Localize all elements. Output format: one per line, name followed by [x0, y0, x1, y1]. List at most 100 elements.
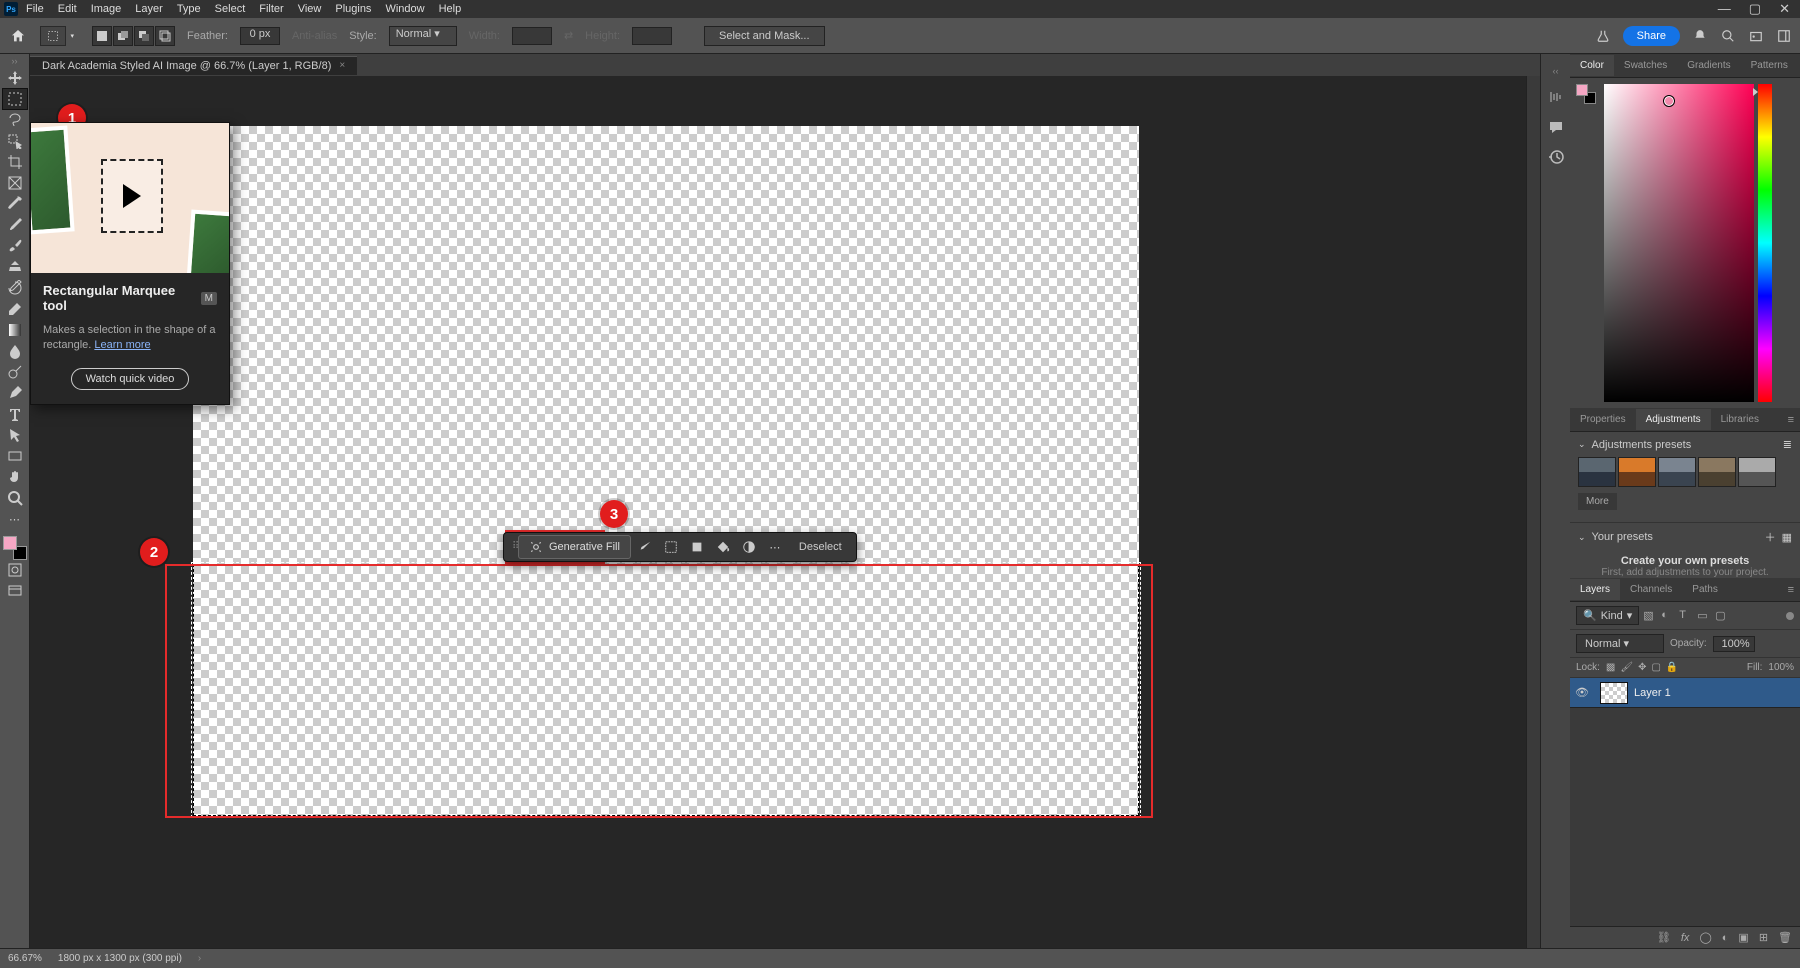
crop-tool[interactable] — [3, 152, 27, 172]
visibility-icon[interactable]: 👁 — [1570, 686, 1594, 699]
list-view-icon[interactable]: ≣ — [1783, 438, 1792, 451]
selection-new-icon[interactable] — [92, 26, 112, 46]
layer-row[interactable]: 👁 Layer 1 — [1570, 678, 1800, 708]
layer-style-icon[interactable]: fx — [1681, 932, 1690, 944]
lock-pixels-icon[interactable]: 🖌 — [1620, 662, 1633, 673]
preset-thumb[interactable] — [1698, 457, 1736, 487]
tab-color[interactable]: Color — [1570, 55, 1614, 76]
menu-view[interactable]: View — [298, 3, 322, 15]
object-selection-tool[interactable] — [3, 131, 27, 151]
workspace-icon[interactable] — [1776, 28, 1792, 44]
spot-healing-tool[interactable] — [3, 215, 27, 235]
feather-input[interactable]: 0 px — [240, 27, 280, 45]
opacity-input[interactable]: 100% — [1713, 636, 1755, 652]
lock-artboard-icon[interactable]: ▢ — [1651, 662, 1660, 673]
panel-grip-icon[interactable]: ›› — [12, 58, 18, 64]
menu-plugins[interactable]: Plugins — [335, 3, 371, 15]
taskbar-grip-icon[interactable]: ⠿ — [508, 545, 516, 549]
menu-help[interactable]: Help — [439, 3, 462, 15]
your-presets-header[interactable]: ⌄ Your presets ＋ ▦ — [1570, 523, 1800, 551]
style-select[interactable]: Normal ▾ — [389, 26, 457, 46]
move-tool[interactable] — [3, 68, 27, 88]
preset-thumb[interactable] — [1618, 457, 1656, 487]
menu-image[interactable]: Image — [91, 3, 122, 15]
doc-dimensions[interactable]: 1800 px x 1300 px (300 ppi) — [58, 953, 182, 964]
tab-gradients[interactable]: Gradients — [1677, 55, 1740, 76]
group-icon[interactable]: ▣ — [1738, 931, 1748, 944]
tool-preset-picker[interactable] — [40, 26, 66, 46]
tab-properties[interactable]: Properties — [1570, 409, 1636, 430]
quick-mask-icon[interactable] — [3, 560, 27, 580]
tab-paths[interactable]: Paths — [1682, 579, 1728, 600]
grid-view-icon[interactable]: ▦ — [1782, 531, 1792, 544]
filter-shape-icon[interactable]: ▭ — [1697, 609, 1711, 623]
zoom-tool[interactable] — [3, 488, 27, 508]
eyedropper-tool[interactable] — [3, 194, 27, 214]
learn-more-link[interactable]: Learn more — [94, 339, 150, 351]
more-button[interactable]: More — [1578, 493, 1617, 510]
eraser-tool[interactable] — [3, 299, 27, 319]
share-button[interactable]: Share — [1623, 26, 1680, 46]
color-field[interactable] — [1604, 84, 1754, 402]
tab-layers[interactable]: Layers — [1570, 579, 1620, 600]
clone-stamp-tool[interactable] — [3, 257, 27, 277]
color-swatches[interactable] — [3, 536, 27, 560]
status-flyout-icon[interactable]: › — [198, 953, 201, 964]
generative-fill-button[interactable]: Generative Fill — [518, 535, 631, 559]
close-icon[interactable]: ✕ — [1779, 1, 1790, 17]
tab-libraries[interactable]: Libraries — [1711, 409, 1769, 430]
selection-add-icon[interactable] — [113, 26, 133, 46]
home-icon[interactable] — [8, 26, 28, 46]
tab-close-icon[interactable]: × — [339, 60, 345, 71]
deselect-button[interactable]: Deselect — [789, 541, 852, 553]
document-tab[interactable]: Dark Academia Styled AI Image @ 66.7% (L… — [30, 56, 357, 75]
frame-tool[interactable] — [3, 173, 27, 193]
lock-all-icon[interactable]: 🔒 — [1666, 662, 1678, 673]
menu-layer[interactable]: Layer — [135, 3, 163, 15]
beaker-icon[interactable] — [1595, 28, 1611, 44]
brush-settings-icon[interactable] — [1547, 88, 1565, 106]
bell-icon[interactable] — [1692, 28, 1708, 44]
preset-thumb[interactable] — [1578, 457, 1616, 487]
layer-name[interactable]: Layer 1 — [1634, 687, 1671, 699]
gradient-tool[interactable] — [3, 320, 27, 340]
invert-selection-icon[interactable] — [685, 535, 709, 559]
tab-channels[interactable]: Channels — [1620, 579, 1682, 600]
preset-thumb[interactable] — [1658, 457, 1696, 487]
history-icon[interactable] — [1547, 148, 1565, 166]
fill-input[interactable]: 100% — [1768, 662, 1794, 673]
layer-filter-kind[interactable]: 🔍 Kind ▾ — [1576, 606, 1639, 625]
lasso-tool[interactable] — [3, 110, 27, 130]
search-icon[interactable] — [1720, 28, 1736, 44]
type-tool[interactable] — [3, 404, 27, 424]
zoom-level[interactable]: 66.67% — [8, 953, 42, 964]
selection-subtract-icon[interactable] — [134, 26, 154, 46]
panel-color-swatches[interactable] — [1576, 84, 1596, 104]
vertical-scrollbar[interactable] — [1526, 76, 1540, 948]
tab-adjustments[interactable]: Adjustments — [1636, 409, 1711, 430]
delete-layer-icon[interactable]: 🗑 — [1778, 931, 1792, 944]
fill-selection-icon[interactable] — [711, 535, 735, 559]
menu-type[interactable]: Type — [177, 3, 201, 15]
lock-position-icon[interactable]: ✥ — [1638, 662, 1646, 673]
select-subject-icon[interactable] — [659, 535, 683, 559]
panel-menu-icon[interactable]: ≡ — [1782, 584, 1800, 596]
tab-swatches[interactable]: Swatches — [1614, 55, 1677, 76]
blur-tool[interactable] — [3, 341, 27, 361]
more-options-icon[interactable]: ⋯ — [763, 535, 787, 559]
tab-patterns[interactable]: Patterns — [1741, 55, 1798, 76]
brush-tool[interactable] — [3, 236, 27, 256]
lock-transparency-icon[interactable]: ▩ — [1606, 662, 1615, 673]
filter-adjustment-icon[interactable]: ◐ — [1661, 609, 1675, 623]
history-brush-tool[interactable] — [3, 278, 27, 298]
adjustments-presets-header[interactable]: ⌄ Adjustments presets ≣ — [1570, 432, 1800, 457]
add-icon[interactable]: ＋ — [1765, 529, 1776, 545]
new-layer-icon[interactable]: ⊞ — [1759, 931, 1768, 944]
filter-smart-icon[interactable]: ▢ — [1715, 609, 1729, 623]
rectangle-tool[interactable] — [3, 446, 27, 466]
layer-mask-icon[interactable]: ◯ — [1699, 931, 1711, 944]
play-icon[interactable] — [123, 184, 141, 208]
menu-filter[interactable]: Filter — [259, 3, 283, 15]
pen-tool[interactable] — [3, 383, 27, 403]
modify-selection-icon[interactable] — [633, 535, 657, 559]
